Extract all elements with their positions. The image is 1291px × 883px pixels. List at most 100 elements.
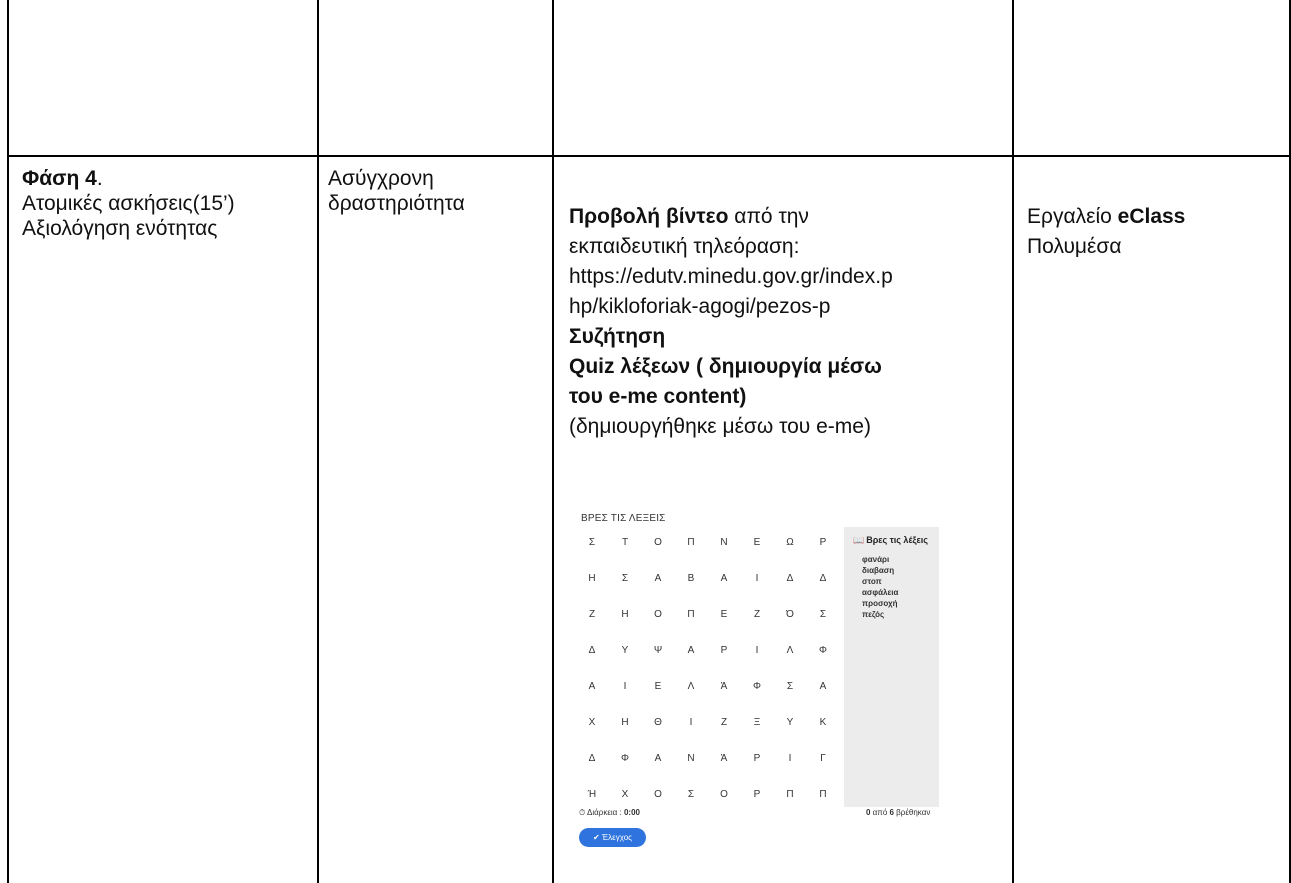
grid-letter[interactable]: Φ xyxy=(742,677,772,697)
grid-letter[interactable]: Σ xyxy=(808,605,838,625)
grid-letter[interactable]: Χ xyxy=(577,713,607,733)
clock-icon: ⏱ xyxy=(579,808,586,817)
grid-letter[interactable]: Φ xyxy=(610,749,640,769)
grid-letter[interactable]: Υ xyxy=(610,641,640,661)
grid-letter[interactable]: Θ xyxy=(643,713,673,733)
grid-letter[interactable]: Ο xyxy=(643,533,673,553)
grid-letter[interactable]: Ι xyxy=(610,677,640,697)
grid-letter[interactable]: Λ xyxy=(775,641,805,661)
video-line: Προβολή βίντεο από την xyxy=(569,205,809,228)
target-word: προσοχή xyxy=(862,599,898,608)
mode-line: Ασύγχρονη xyxy=(328,167,434,190)
book-icon: 📖 xyxy=(853,535,865,545)
grid-letter[interactable]: Σ xyxy=(775,677,805,697)
words-panel: 📖 Βρες τις λέξεις φανάρι διαβαση στοπ ασφάλε… xyxy=(844,527,939,807)
grid-letter[interactable]: Ι xyxy=(742,569,772,589)
grid-letter[interactable]: Ο xyxy=(643,605,673,625)
quiz-line: Quiz λέξεων ( δημιουργία μέσω xyxy=(569,355,882,378)
grid-letter[interactable]: Η xyxy=(610,605,640,625)
grid-letter[interactable]: Δ xyxy=(577,749,607,769)
grid-letter[interactable]: Ο xyxy=(643,785,673,805)
grid-letter[interactable]: Π xyxy=(676,605,706,625)
grid-letter[interactable]: Α xyxy=(676,641,706,661)
grid-letter[interactable]: Ε xyxy=(742,533,772,553)
grid-letter[interactable]: Ά xyxy=(709,677,739,697)
created-note: (δημιουργήθηκε μέσω του e-me) xyxy=(569,415,871,438)
grid-letter[interactable]: Ν xyxy=(709,533,739,553)
grid-letter[interactable]: Δ xyxy=(775,569,805,589)
grid-letter[interactable]: Η xyxy=(577,569,607,589)
grid-letter[interactable]: Π xyxy=(676,533,706,553)
table-border-left xyxy=(7,0,9,883)
word-list: φανάρι διαβαση στοπ ασφάλεια προσοχή πεζός xyxy=(862,554,898,620)
quiz-title: ΒΡΕΣ ΤΙΣ ΛΕΞΕΙΣ xyxy=(581,513,666,524)
grid-letter[interactable]: Ή xyxy=(577,785,607,805)
grid-letter[interactable]: Ό xyxy=(775,605,805,625)
target-word: ασφάλεια xyxy=(862,588,899,597)
phase-line: Αξιολόγηση ενότητας xyxy=(22,217,218,240)
grid-letter[interactable]: Α xyxy=(643,569,673,589)
tool-line: Πολυμέσα xyxy=(1027,235,1122,258)
grid-letter[interactable]: Ι xyxy=(742,641,772,661)
words-panel-title: 📖 Βρες τις λέξεις xyxy=(853,535,928,545)
grid-letter[interactable]: Π xyxy=(775,785,805,805)
video-url-line[interactable]: https://edutv.minedu.gov.gr/index.p xyxy=(569,262,893,292)
table-row-divider xyxy=(7,155,1291,157)
grid-letter[interactable]: Α xyxy=(577,677,607,697)
grid-letter[interactable]: Β xyxy=(676,569,706,589)
tool-line: Εργαλείο eClass xyxy=(1027,205,1186,228)
table-column-divider xyxy=(1012,0,1014,883)
grid-letter[interactable]: Δ xyxy=(577,641,607,661)
mode-cell: Ασύγχρονη δραστηριότητα xyxy=(328,166,465,216)
grid-letter[interactable]: Π xyxy=(808,785,838,805)
check-button[interactable]: ✔ Έλεγχος xyxy=(579,828,646,847)
grid-letter[interactable]: Λ xyxy=(676,677,706,697)
activity-cell: Προβολή βίντεο από την εκπαιδευτική τηλε… xyxy=(569,202,893,442)
grid-letter[interactable]: Ρ xyxy=(742,785,772,805)
mode-line: δραστηριότητα xyxy=(328,192,465,215)
grid-letter[interactable]: Τ xyxy=(610,533,640,553)
grid-letter[interactable]: Ξ xyxy=(742,713,772,733)
grid-letter[interactable]: Ζ xyxy=(742,605,772,625)
grid-letter[interactable]: Σ xyxy=(610,569,640,589)
grid-letter[interactable]: Ρ xyxy=(709,641,739,661)
grid-letter[interactable]: Φ xyxy=(808,641,838,661)
discussion-line: Συζήτηση xyxy=(569,325,666,348)
grid-letter[interactable]: Ψ xyxy=(643,641,673,661)
grid-letter[interactable]: Ρ xyxy=(742,749,772,769)
grid-letter[interactable]: Ο xyxy=(709,785,739,805)
grid-letter[interactable]: Ν xyxy=(676,749,706,769)
grid-letter[interactable]: Σ xyxy=(577,533,607,553)
phase-line: Ατομικές ασκήσεις(15’) xyxy=(22,192,235,215)
word-search-quiz: ΒΡΕΣ ΤΙΣ ΛΕΞΕΙΣ ΣΤΟΠΝΕΩΡΗΣΑΒΑΙΔΔΖΗΟΠΕΖΌΣ… xyxy=(577,510,939,850)
grid-letter[interactable]: Ά xyxy=(709,749,739,769)
grid-letter[interactable]: Ι xyxy=(775,749,805,769)
grid-letter[interactable]: Γ xyxy=(808,749,838,769)
grid-letter[interactable]: Ζ xyxy=(709,713,739,733)
edutv-line: εκπαιδευτική τηλεόραση: xyxy=(569,235,800,258)
table-column-divider xyxy=(552,0,554,883)
grid-letter[interactable]: Α xyxy=(808,677,838,697)
grid-letter[interactable]: Ω xyxy=(775,533,805,553)
found-counter: 0 από 6 βρέθηκαν xyxy=(866,808,931,817)
target-word: διαβαση xyxy=(862,566,895,575)
grid-letter[interactable]: Σ xyxy=(676,785,706,805)
target-word: φανάρι xyxy=(862,555,890,564)
grid-letter[interactable]: Υ xyxy=(775,713,805,733)
duration-readout: ⏱ Διάρκεια : 0:00 xyxy=(579,808,640,817)
quiz-line: του e-me content) xyxy=(569,385,747,408)
grid-letter[interactable]: Χ xyxy=(610,785,640,805)
grid-letter[interactable]: Α xyxy=(643,749,673,769)
grid-letter[interactable]: Ε xyxy=(643,677,673,697)
grid-letter[interactable]: Ι xyxy=(676,713,706,733)
grid-letter[interactable]: Ρ xyxy=(808,533,838,553)
grid-letter[interactable]: Ε xyxy=(709,605,739,625)
grid-letter[interactable]: Α xyxy=(709,569,739,589)
phase-heading: Φάση 4. xyxy=(22,167,103,190)
grid-letter[interactable]: Ζ xyxy=(577,605,607,625)
grid-letter[interactable]: Κ xyxy=(808,713,838,733)
video-url-line[interactable]: hp/kikloforiak-agogi/pezos-p xyxy=(569,292,893,322)
target-word: πεζός xyxy=(862,610,885,619)
grid-letter[interactable]: Η xyxy=(610,713,640,733)
grid-letter[interactable]: Δ xyxy=(808,569,838,589)
